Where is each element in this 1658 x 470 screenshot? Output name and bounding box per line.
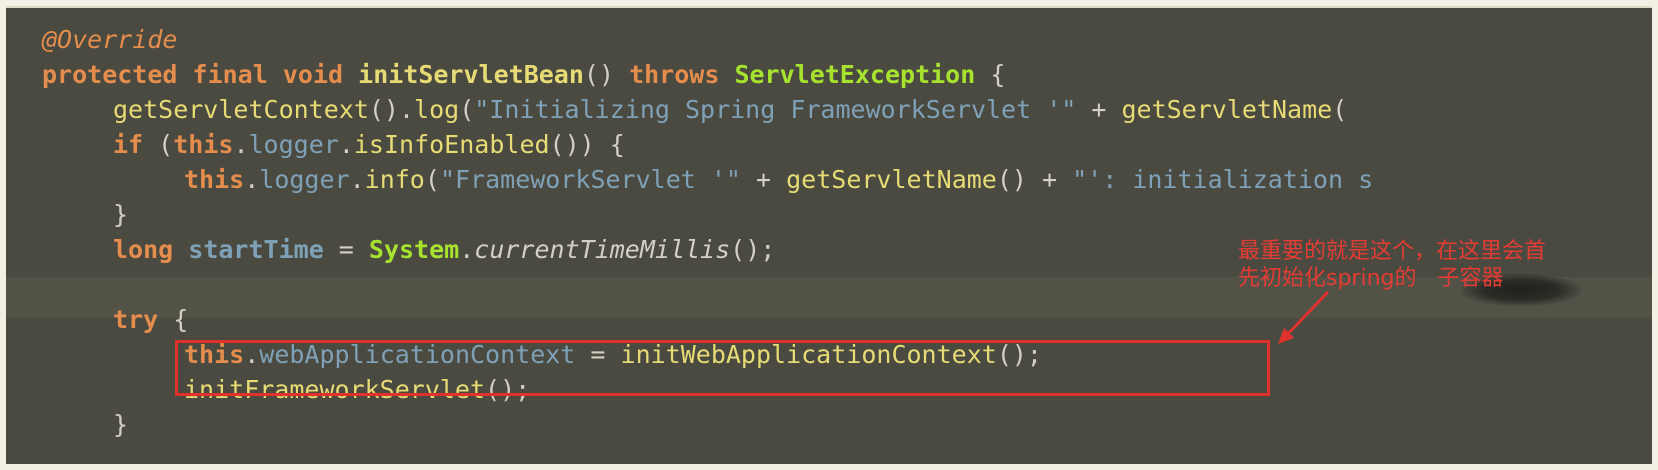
code-token: System [368,235,460,264]
code-token: "Initializing Spring FrameworkServlet '" [474,95,1077,124]
code-token: ( [424,165,440,194]
arrow-icon [1278,290,1330,344]
code-line: } [113,196,128,233]
annotation-line-2: 先初始化spring的 子容器 [1238,265,1638,292]
code-line: } [113,406,128,443]
code-token: this [173,130,234,159]
code-token: getServletName [786,165,997,194]
code-line: this.logger.info("FrameworkServlet '" + … [184,161,1373,198]
code-token: ( [459,95,475,124]
code-token: { [158,305,189,334]
code-token: (); [730,235,776,264]
code-token: startTime [188,235,324,264]
annotation-line-2-text: 先初始化spring的 [1238,266,1417,291]
code-token: log [414,95,460,124]
code-token: long [113,235,174,264]
code-token: ( [143,130,174,159]
code-token: throws [629,60,720,89]
code-token: ( [1332,95,1348,124]
code-token: getServletName [1121,95,1333,124]
code-token: isInfoEnabled [353,130,550,159]
code-token: "': initialization s [1072,165,1374,194]
code-token: . [244,165,260,194]
code-line: getServletContext().log("Initializing Sp… [113,91,1347,128]
code-token: try [113,305,159,334]
code-line: long startTime = System.currentTimeMilli… [113,231,775,268]
annotation-line-1: 最重要的就是这个，在这里会首 [1238,239,1547,264]
code-token: info [364,165,425,194]
code-token: getServletContext [113,95,369,124]
code-line: @Override [42,21,177,58]
code-line: try { [113,301,188,338]
code-token: currentTimeMillis [474,235,731,264]
code-token: () [583,60,630,89]
annotation-line-2-covered: 子容器 [1437,266,1504,291]
code-token: { [975,60,1006,89]
code-token: ServletException [734,60,976,89]
code-screenshot: @Override protected final void initServl… [6,6,1652,464]
code-token: initServletBean [358,60,584,89]
code-token: "FrameworkServlet '" [439,165,741,194]
code-token: = [323,235,369,264]
code-token: . [233,130,249,159]
code-token: ()) { [549,130,625,159]
code-token: logger [248,130,339,159]
code-token: } [113,410,129,439]
code-token: this [184,165,245,194]
code-token: final [192,60,268,89]
code-token: protected [42,60,178,89]
code-token: . [338,130,354,159]
code-token: () + [996,165,1073,194]
code-token: } [113,200,129,229]
code-token: (). [368,95,415,124]
code-token: . [459,235,475,264]
code-line: protected final void initServletBean() t… [42,56,1005,93]
highlight-box [175,340,1270,396]
code-token: + [1076,95,1122,124]
code-line: if (this.logger.isInfoEnabled()) { [113,126,625,163]
annotation-note: 最重要的就是这个，在这里会首 先初始化spring的 子容器 [1238,238,1638,292]
code-token: @Override [42,25,178,54]
code-token: if [113,130,144,159]
code-token: logger [259,165,350,194]
code-token: + [740,165,787,194]
code-token: void [282,60,344,89]
code-token: . [349,165,365,194]
